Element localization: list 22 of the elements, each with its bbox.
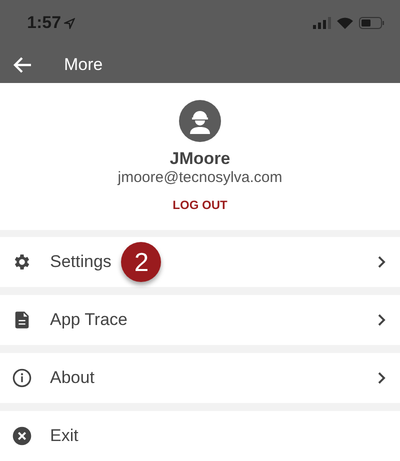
step-number-badge: 2 [121, 242, 162, 282]
chevron-icon [377, 371, 386, 385]
info-icon [12, 368, 32, 388]
wifi-icon [337, 17, 353, 29]
menu-item[interactable]: Settings 2 [0, 237, 400, 287]
username: JMoore [170, 149, 230, 169]
chevron-icon [377, 255, 386, 269]
menu-item[interactable]: App Trace [0, 295, 400, 345]
menu-item[interactable]: About [0, 353, 400, 403]
location-arrow-icon [64, 18, 76, 28]
user-email: jmoore@tecnosylva.com [118, 169, 282, 186]
screen-title: More [64, 54, 103, 74]
chevron-icon [377, 313, 386, 327]
back-arrow-icon[interactable] [12, 56, 32, 74]
settings-icon [12, 252, 32, 272]
battery-icon [359, 17, 384, 29]
logout-button[interactable]: LOG OUT [168, 196, 232, 214]
status-time: 1:57 [27, 13, 62, 33]
signal-icon [313, 17, 331, 29]
close-icon [12, 426, 32, 446]
user-avatar-icon [179, 100, 221, 142]
menu-item[interactable]: Exit [0, 411, 400, 461]
